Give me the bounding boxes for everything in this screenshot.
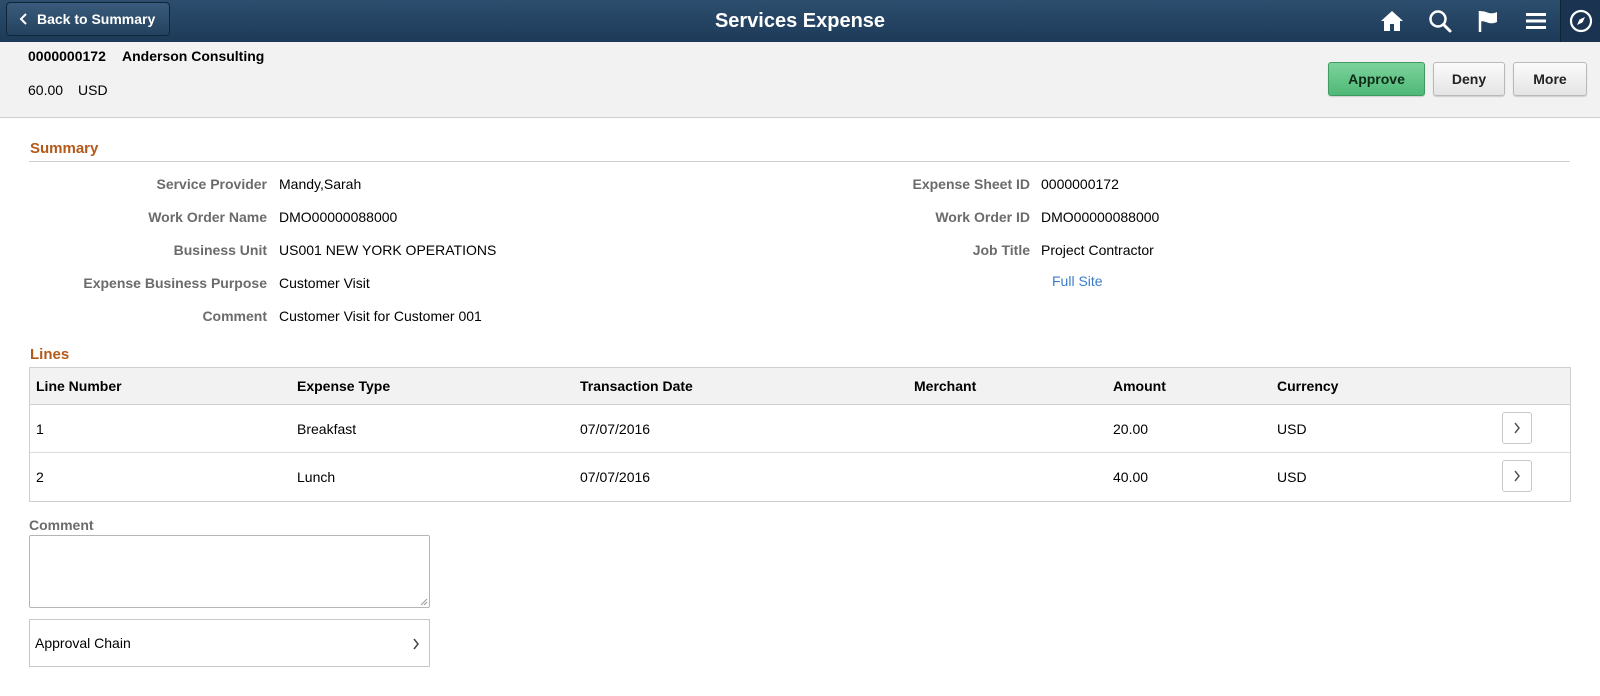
summary-section-title: Summary (30, 140, 99, 157)
chevron-right-icon (1514, 470, 1520, 482)
work-order-name-value: DMO00000088000 (279, 209, 398, 225)
column-header-expense-type: Expense Type (297, 378, 391, 394)
line-number-cell: 1 (36, 421, 44, 437)
lines-section-title: Lines (30, 346, 70, 363)
business-unit-label: Business Unit (173, 242, 267, 258)
home-icon[interactable] (1368, 0, 1416, 42)
back-to-summary-button[interactable]: Back to Summary (6, 2, 171, 36)
table-row[interactable]: 1 Breakfast 07/07/2016 20.00 USD (30, 405, 1570, 453)
approval-chain-label: Approval Chain (35, 635, 131, 651)
service-provider-value: Mandy,Sarah (279, 176, 362, 192)
column-header-amount: Amount (1113, 378, 1166, 394)
row-detail-button[interactable] (1502, 412, 1532, 444)
line-number-cell: 2 (36, 469, 44, 485)
work-order-id-value: DMO00000088000 (1041, 209, 1160, 225)
table-row[interactable]: 2 Lunch 07/07/2016 40.00 USD (30, 453, 1570, 501)
page-title: Services Expense (714, 10, 886, 32)
approve-button[interactable]: Approve (1328, 62, 1425, 96)
comment-field-label: Comment (29, 517, 94, 533)
deny-button[interactable]: Deny (1433, 62, 1505, 96)
flag-icon[interactable] (1464, 0, 1512, 42)
lines-grid: Line Number Expense Type Transaction Dat… (29, 367, 1571, 502)
expense-type-cell: Breakfast (297, 421, 357, 437)
approval-chain-row[interactable]: Approval Chain (29, 619, 430, 667)
full-site-link[interactable]: Full Site (1052, 273, 1103, 289)
more-button[interactable]: More (1513, 62, 1587, 96)
expense-sheet-id-label: Expense Sheet ID (912, 176, 1031, 192)
comment-summary-label: Comment (202, 308, 267, 324)
work-order-id-label: Work Order ID (935, 209, 1030, 225)
amount-cell: 20.00 (1113, 421, 1149, 437)
chevron-left-icon (19, 13, 27, 25)
business-unit-value: US001 NEW YORK OPERATIONS (279, 242, 497, 258)
back-button-label: Back to Summary (37, 11, 156, 27)
header-toolbar (1368, 0, 1600, 42)
comment-textarea[interactable] (29, 535, 430, 608)
work-order-name-label: Work Order Name (148, 209, 267, 225)
currency-cell: USD (1277, 421, 1307, 437)
column-header-line-number: Line Number (36, 378, 122, 394)
expense-business-purpose-label: Expense Business Purpose (83, 275, 267, 291)
job-title-value: Project Contractor (1041, 242, 1154, 258)
top-banner: Back to Summary Services Expense (0, 0, 1600, 42)
summary-divider (29, 161, 1570, 162)
lines-grid-header: Line Number Expense Type Transaction Dat… (30, 368, 1570, 405)
job-title-label: Job Title (972, 242, 1030, 258)
transaction-date-cell: 07/07/2016 (580, 421, 651, 437)
expense-sheet-id: 0000000172 (28, 48, 106, 64)
expense-business-purpose-value: Customer Visit (279, 275, 370, 291)
amount-cell: 40.00 (1113, 469, 1149, 485)
column-header-currency: Currency (1277, 378, 1339, 394)
total-currency: USD (78, 82, 108, 98)
column-header-transaction-date: Transaction Date (580, 378, 693, 394)
resize-grip-icon[interactable] (418, 596, 428, 606)
comment-summary-value: Customer Visit for Customer 001 (279, 308, 482, 324)
transaction-date-cell: 07/07/2016 (580, 469, 651, 485)
compass-icon[interactable] (1560, 0, 1600, 42)
chevron-right-icon (413, 638, 419, 650)
expense-type-cell: Lunch (297, 469, 336, 485)
column-header-merchant: Merchant (914, 378, 977, 394)
total-amount: 60.00 (28, 82, 64, 98)
search-icon[interactable] (1416, 0, 1464, 42)
currency-cell: USD (1277, 469, 1307, 485)
service-provider-label: Service Provider (156, 176, 267, 192)
menu-icon[interactable] (1512, 0, 1560, 42)
expense-sheet-id-value: 0000000172 (1041, 176, 1119, 192)
vendor-name: Anderson Consulting (122, 48, 265, 64)
chevron-right-icon (1514, 422, 1520, 434)
expense-header-strip: 0000000172 Anderson Consulting 60.00 USD… (0, 42, 1600, 118)
row-detail-button[interactable] (1502, 460, 1532, 492)
